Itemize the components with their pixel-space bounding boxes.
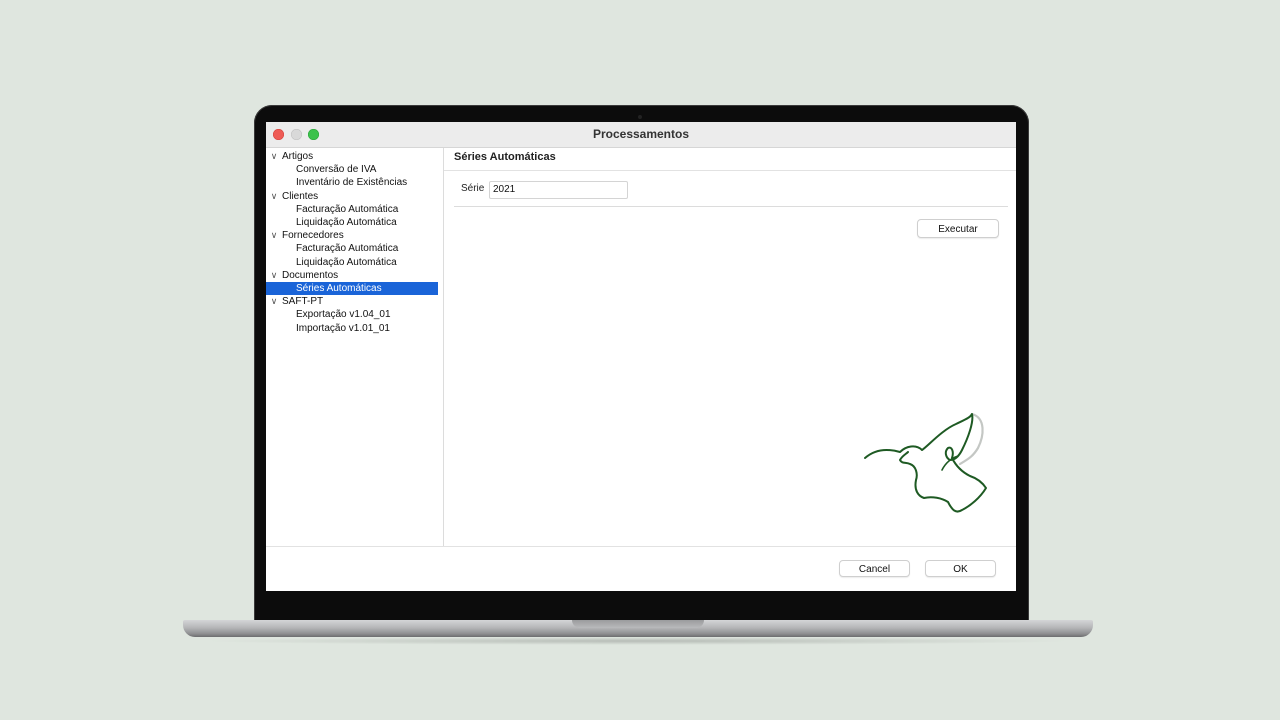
- camera-dot: [638, 115, 642, 119]
- logo-body-stroke: [864, 413, 987, 513]
- tree-item-label: Liquidação Automática: [296, 217, 397, 228]
- laptop-shadow: [200, 637, 1076, 645]
- tree-item[interactable]: Facturação Automática: [266, 242, 438, 255]
- tree-group-label: Artigos: [282, 151, 314, 162]
- tree-item[interactable]: Facturação Automática: [266, 203, 438, 216]
- tree-item[interactable]: Conversão de IVA: [266, 163, 438, 176]
- process-tree-sidebar: ∨ Artigos Conversão de IVA Inventário de Ex…: [266, 148, 444, 546]
- tree-group-label: Clientes: [282, 190, 319, 202]
- tree-group[interactable]: ∨ Documentos: [266, 269, 438, 282]
- tree-group-label: SAFT-PT: [282, 296, 324, 308]
- section-title: Séries Automáticas: [454, 151, 556, 163]
- tree-item-label: Liquidação Automática: [296, 256, 397, 268]
- chevron-down-icon[interactable]: ∨: [269, 269, 279, 282]
- header-divider: [444, 170, 1016, 171]
- chevron-down-icon[interactable]: ∨: [269, 229, 279, 242]
- tree-item-label: Facturação Automática: [296, 243, 399, 255]
- tree-group[interactable]: ∨ SAFT-PT: [266, 295, 438, 308]
- footer-divider: [266, 546, 1016, 547]
- chevron-down-icon[interactable]: ∨: [269, 295, 279, 308]
- hummingbird-logo: [864, 412, 987, 513]
- tree-item[interactable]: Inventário de Existências: [266, 176, 438, 189]
- tree-item-label: Séries Automáticas: [296, 283, 382, 294]
- tree-item-label: Importação v1.01_01: [296, 322, 390, 334]
- window-titlebar[interactable]: Processamentos: [266, 122, 1016, 148]
- tree-item-label: Facturação Automática: [296, 203, 399, 215]
- tree-item-label: Inventário de Existências: [296, 177, 408, 189]
- tree-group-label: Fornecedores: [282, 230, 344, 242]
- tree-item[interactable]: Séries Automáticas: [266, 282, 438, 295]
- form-divider: [454, 206, 1008, 207]
- ok-button[interactable]: OK: [925, 560, 996, 577]
- tree-item-label: Exportação v1.04_01: [296, 309, 391, 321]
- serie-label: Série: [461, 183, 485, 194]
- tree-group[interactable]: ∨ Fornecedores: [266, 229, 438, 242]
- cancel-button[interactable]: Cancel: [839, 560, 910, 577]
- laptop-notch: [572, 620, 704, 628]
- chevron-down-icon[interactable]: ∨: [269, 190, 279, 203]
- tree-group[interactable]: ∨ Artigos: [266, 150, 438, 163]
- tree-group-label: Documentos: [282, 269, 339, 281]
- serie-input[interactable]: [489, 181, 628, 199]
- tree-item[interactable]: Exportação v1.04_01: [266, 308, 438, 321]
- tree-item[interactable]: Liquidação Automática: [266, 216, 438, 229]
- main-panel: Séries Automáticas Série Executar: [444, 148, 1016, 546]
- processamentos-window: Processamentos ∨ Artigos Conversão de IVA I…: [266, 122, 1016, 591]
- tree-group[interactable]: ∨ Clientes: [266, 190, 438, 203]
- tree-item[interactable]: Liquidação Automática: [266, 256, 438, 269]
- window-title: Processamentos: [592, 127, 690, 141]
- tree-item-label: Conversão de IVA: [296, 164, 377, 176]
- tree-item[interactable]: Importação v1.01_01: [266, 322, 438, 335]
- executar-button[interactable]: Executar: [917, 219, 999, 238]
- chevron-down-icon[interactable]: ∨: [269, 150, 279, 163]
